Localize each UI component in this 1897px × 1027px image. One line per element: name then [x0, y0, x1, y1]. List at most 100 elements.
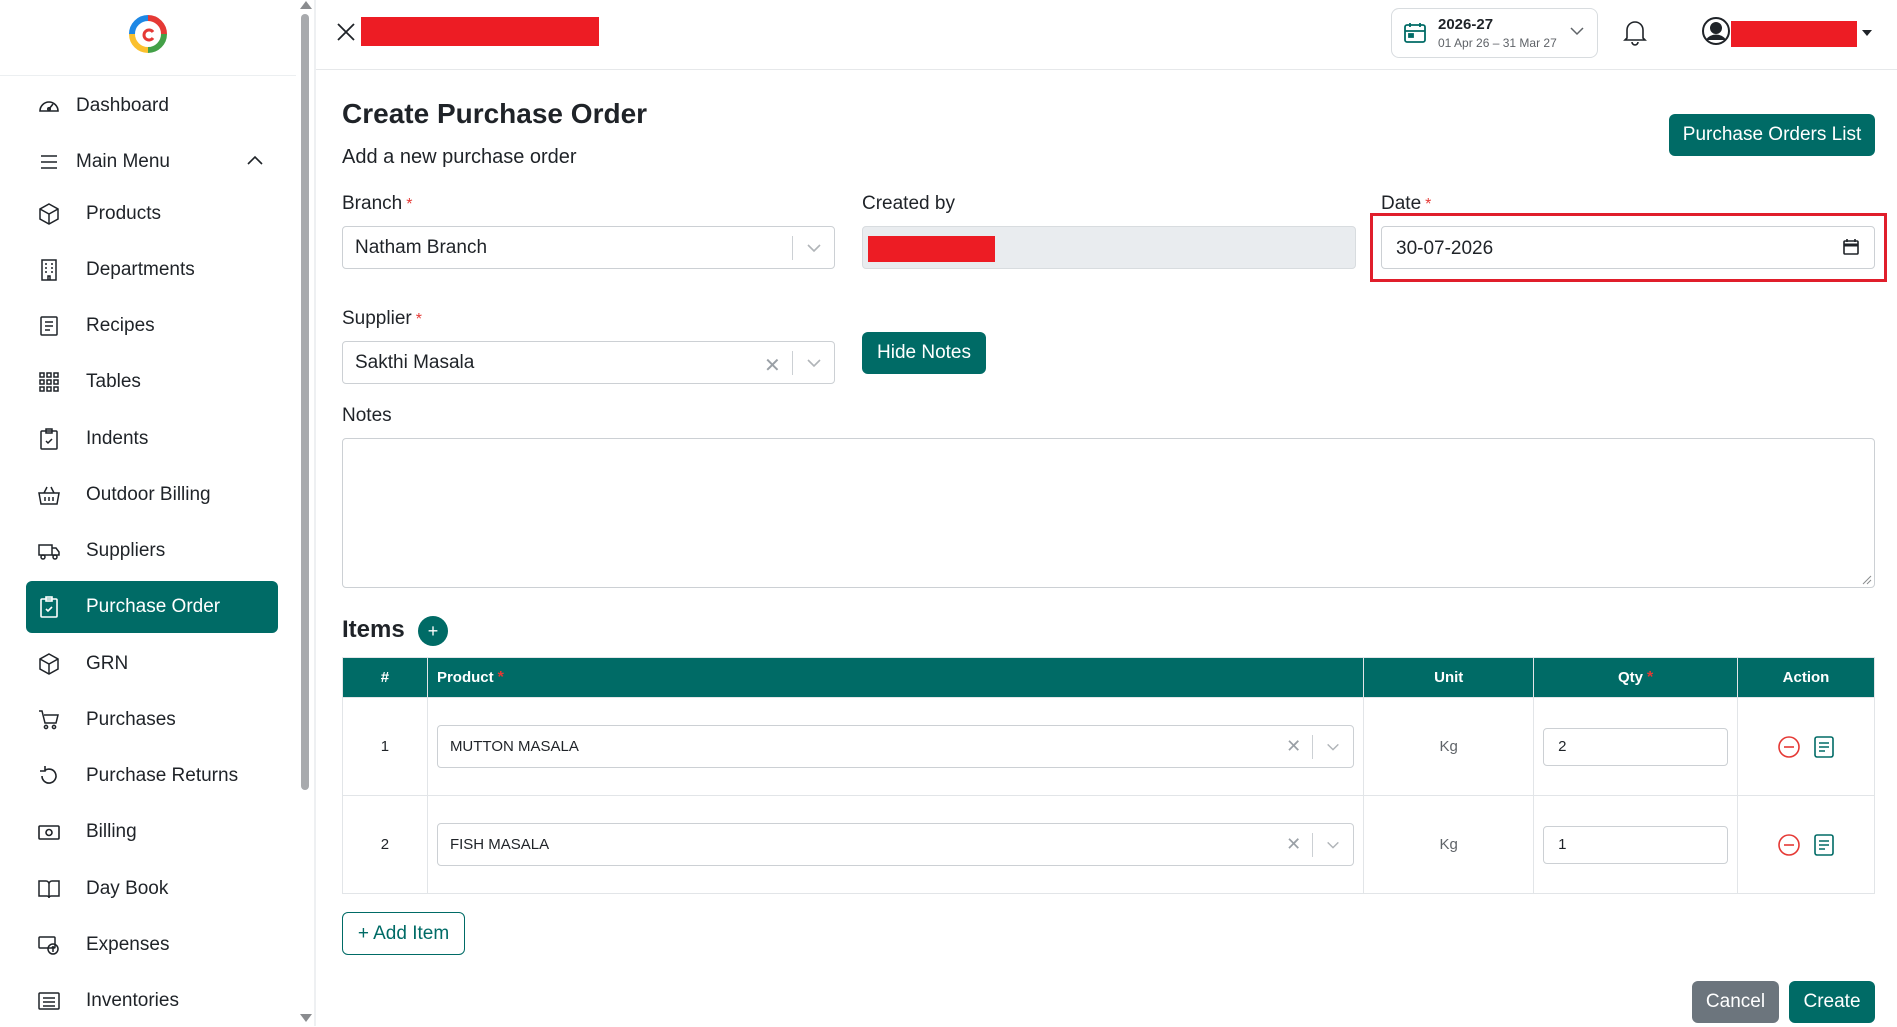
resize-handle-icon[interactable]: [1862, 575, 1872, 585]
row-qty-cell: 2: [1533, 697, 1739, 796]
date-label: Date *: [1381, 193, 1431, 215]
gauge-icon: [36, 93, 62, 119]
add-item-button[interactable]: + Add Item: [342, 912, 465, 955]
required-mark: *: [406, 196, 413, 213]
financial-year: 2026-27: [1438, 16, 1494, 33]
row-unit: Kg: [1363, 795, 1535, 894]
sidebar-item-label: GRN: [86, 653, 129, 674]
clipboard-check-icon: [36, 594, 62, 620]
clipboard-icon: [36, 426, 62, 452]
row-notes-icon[interactable]: [1813, 833, 1835, 857]
recipe-icon: [36, 313, 62, 339]
branch-select[interactable]: Natham Branch: [342, 226, 835, 269]
sidebar-item-label: Expenses: [86, 934, 170, 955]
column-header-unit: Unit: [1363, 657, 1535, 698]
qty-input[interactable]: 2: [1543, 727, 1729, 766]
remove-row-icon[interactable]: [1777, 833, 1801, 857]
sidebar-item-expenses[interactable]: Expenses: [26, 919, 278, 971]
supplier-label-text: Supplier: [342, 308, 412, 329]
scrollbar-thumb[interactable]: [301, 14, 309, 790]
sidebar-item-grn[interactable]: GRN: [26, 638, 278, 690]
clear-icon[interactable]: ✕: [1286, 834, 1301, 855]
chevron-up-icon[interactable]: [246, 154, 264, 166]
row-product-cell: FISH MASALA ✕: [426, 795, 1365, 894]
table-row: 2 FISH MASALA ✕ Kg 1: [342, 795, 1875, 894]
basket-icon: [36, 482, 62, 508]
scroll-up-arrow[interactable]: [300, 1, 312, 9]
sidebar-item-label: Purchases: [86, 709, 176, 730]
row-index: 1: [342, 697, 428, 796]
sidebar-item-outdoor-billing[interactable]: Outdoor Billing: [26, 469, 278, 521]
sidebar-item-label: Indents: [86, 428, 149, 449]
required-mark: *: [497, 668, 504, 686]
sidebar-item-suppliers[interactable]: Suppliers: [26, 525, 278, 577]
column-header-action: Action: [1737, 657, 1875, 698]
purchase-orders-list-button[interactable]: Purchase Orders List: [1669, 114, 1875, 156]
sidebar-item-label: Billing: [86, 821, 137, 842]
financial-year-range: 01 Apr 26 – 31 Mar 27: [1438, 36, 1557, 50]
scroll-down-arrow[interactable]: [300, 1014, 312, 1022]
column-header-product-text: Product: [436, 668, 494, 686]
financial-year-selector[interactable]: 2026-27 01 Apr 26 – 31 Mar 27: [1391, 8, 1598, 58]
chevron-down-icon[interactable]: [805, 354, 823, 372]
remove-row-icon[interactable]: [1777, 735, 1801, 759]
qty-input[interactable]: 1: [1543, 825, 1729, 864]
row-notes-icon[interactable]: [1813, 735, 1835, 759]
sidebar-item-inventories[interactable]: Inventories: [26, 975, 278, 1027]
hide-notes-button[interactable]: Hide Notes: [862, 332, 986, 374]
page-subtitle: Add a new purchase order: [342, 146, 577, 168]
return-icon: [36, 763, 62, 789]
items-add-button[interactable]: +: [418, 616, 448, 646]
sidebar-item-recipes[interactable]: Recipes: [26, 300, 278, 352]
sidebar-item-dashboard[interactable]: Dashboard: [26, 80, 278, 132]
sidebar-item-purchase-returns[interactable]: Purchase Returns: [26, 750, 278, 802]
product-value: MUTTON MASALA: [449, 738, 579, 755]
close-icon[interactable]: [334, 20, 358, 44]
date-field-highlight: [1370, 213, 1887, 282]
row-actions: [1737, 795, 1875, 894]
sidebar-item-tables[interactable]: Tables: [26, 356, 278, 408]
sidebar-item-purchase-order[interactable]: Purchase Order: [26, 581, 278, 633]
clear-icon[interactable]: ✕: [764, 353, 781, 378]
chevron-down-icon[interactable]: [1325, 837, 1341, 853]
bell-icon[interactable]: [1622, 18, 1648, 46]
product-select[interactable]: MUTTON MASALA ✕: [436, 725, 1355, 768]
cancel-button[interactable]: Cancel: [1692, 981, 1779, 1023]
notes-textarea[interactable]: [342, 438, 1875, 588]
sidebar-item-products[interactable]: Products: [26, 188, 278, 240]
building-icon: [36, 257, 62, 283]
sidebar-item-label: Departments: [86, 259, 195, 280]
user-avatar-icon[interactable]: [1701, 16, 1731, 46]
sidebar-item-label: Purchase Returns: [86, 765, 239, 786]
box-icon: [36, 201, 62, 227]
branch-label: Branch *: [342, 193, 412, 215]
grid-icon: [36, 369, 62, 395]
sidebar-item-departments[interactable]: Departments: [26, 244, 278, 296]
brand-logo-icon[interactable]: [128, 14, 168, 54]
chevron-down-icon[interactable]: [805, 239, 823, 257]
required-mark: *: [1425, 196, 1432, 213]
expenses-icon: [36, 932, 62, 958]
supplier-select[interactable]: Sakthi Masala ✕: [342, 341, 835, 384]
create-button[interactable]: Create: [1789, 981, 1875, 1023]
sidebar-item-indents[interactable]: Indents: [26, 413, 278, 465]
required-mark: *: [1646, 668, 1654, 686]
items-title: Items: [342, 616, 405, 643]
sidebar-item-purchases[interactable]: Purchases: [26, 694, 278, 746]
chevron-down-icon[interactable]: [1325, 739, 1341, 755]
product-select[interactable]: FISH MASALA ✕: [436, 823, 1355, 866]
sidebar-item-label: Inventories: [86, 990, 179, 1011]
row-product-cell: MUTTON MASALA ✕: [426, 697, 1365, 796]
select-separator: [792, 236, 793, 260]
created-by-label: Created by: [862, 193, 955, 214]
box-icon: [36, 651, 62, 677]
sidebar-item-label: Main Menu: [76, 151, 170, 172]
sidebar-item-day-book[interactable]: Day Book: [26, 863, 278, 915]
sidebar-gutter: [314, 0, 316, 1026]
sidebar-item-billing[interactable]: Billing: [26, 806, 278, 858]
sidebar-item-main-menu[interactable]: Main Menu: [26, 136, 278, 188]
user-menu-caret[interactable]: [1862, 30, 1872, 36]
clear-icon[interactable]: ✕: [1286, 736, 1301, 757]
column-header-qty-text: Qty: [1617, 668, 1643, 686]
product-value: FISH MASALA: [449, 836, 550, 853]
